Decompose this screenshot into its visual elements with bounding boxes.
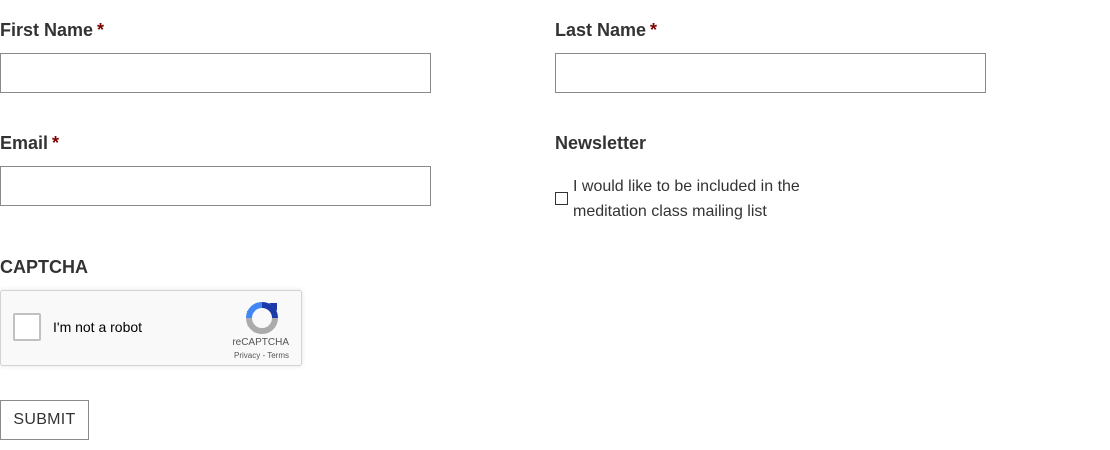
recaptcha-privacy-link[interactable]: Privacy (234, 351, 260, 360)
required-marker: * (97, 20, 105, 40)
newsletter-checkbox[interactable] (555, 192, 568, 205)
recaptcha-widget: I'm not a robot reCAPTCHA Privacy - Term… (0, 290, 302, 366)
recaptcha-brand: reCAPTCHA (232, 337, 289, 348)
email-input[interactable] (0, 166, 431, 206)
newsletter-option[interactable]: I would like to be included in the medit… (555, 174, 855, 224)
newsletter-checkbox-label[interactable]: I would like to be included in the medit… (573, 174, 833, 224)
recaptcha-checkbox[interactable] (13, 313, 41, 341)
recaptcha-logo-icon (246, 302, 278, 334)
recaptcha-links: Privacy - Terms (234, 351, 289, 360)
first-name-label-text: First Name (0, 20, 94, 40)
last-name-input[interactable] (555, 53, 986, 93)
captcha-label: CAPTCHA (0, 257, 88, 277)
last-name-label-text: Last Name (555, 20, 647, 40)
newsletter-label: Newsletter (555, 133, 647, 153)
last-name-label: Last Name * (555, 19, 657, 41)
required-marker: * (650, 20, 658, 40)
contact-form: First Name * Last Name * Email * Newsletter… (0, 0, 1110, 450)
submit-button[interactable]: SUBMIT (0, 400, 89, 440)
email-label-text: Email (0, 133, 49, 153)
recaptcha-checkbox-text: I'm not a robot (53, 319, 143, 335)
first-name-input[interactable] (0, 53, 431, 93)
required-marker: * (52, 133, 60, 153)
email-label: Email * (0, 132, 59, 154)
recaptcha-terms-link[interactable]: Terms (267, 351, 289, 360)
first-name-label: First Name * (0, 19, 104, 41)
